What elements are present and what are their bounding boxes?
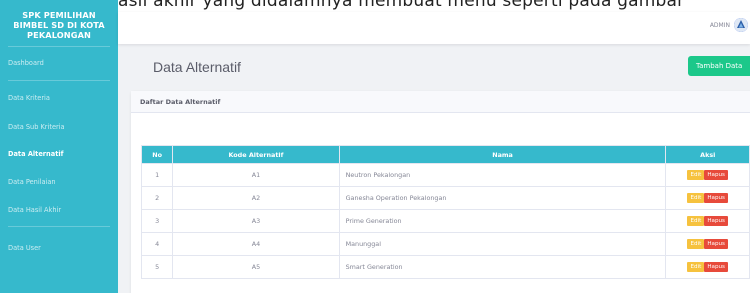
page-title: Data Alternatif	[153, 59, 241, 75]
cell-no: 2	[140, 186, 174, 210]
delete-button[interactable]: Hapus	[704, 193, 728, 203]
column-header-no: No	[140, 145, 174, 164]
cell-nama: Neutron Pekalongan	[338, 163, 667, 187]
action-group: Edit Hapus	[666, 170, 749, 180]
sidebar-item-label: Data Sub Kriteria	[8, 123, 65, 131]
cell-aksi: Edit Hapus	[665, 163, 750, 187]
action-group: Edit Hapus	[666, 216, 749, 226]
cell-nama: Ganesha Operation Pekalongan	[338, 186, 667, 210]
document-text: asil akhir yang didalamnya membuat menu …	[118, 0, 685, 11]
cell-kode: A3	[172, 209, 340, 233]
sidebar-item-dashboard[interactable]: Dashboard	[0, 46, 118, 80]
table-row: 3 A3 Prime Generation Edit Hapus	[140, 209, 750, 233]
sidebar: SPK PEMILIHAN BIMBEL SD DI KOTA PEKALONG…	[0, 0, 118, 293]
brand-title: SPK PEMILIHAN BIMBEL SD DI KOTA PEKALONG…	[13, 10, 105, 40]
column-header-aksi: Aksi	[665, 145, 750, 164]
cell-aksi: Edit Hapus	[665, 255, 750, 279]
table-row: 1 A1 Neutron Pekalongan Edit Hapus	[140, 163, 750, 187]
sidebar-item-label: Data Penilaian	[8, 178, 56, 186]
cell-nama: Prime Generation	[338, 209, 667, 233]
table-header-row: No Kode Alternatif Nama Aksi	[140, 145, 750, 164]
cell-no: 3	[140, 209, 174, 233]
edit-button[interactable]: Edit	[687, 216, 705, 226]
table-row: 5 A5 Smart Generation Edit Hapus	[140, 255, 750, 279]
sidebar-item-label: Data User	[8, 244, 41, 252]
sidebar-item-label: Data Kriteria	[8, 94, 50, 102]
edit-button[interactable]: Edit	[687, 193, 705, 203]
column-header-nama: Nama	[338, 145, 667, 164]
table-row: 4 A4 Manunggal Edit Hapus	[140, 232, 750, 256]
delete-button[interactable]: Hapus	[704, 262, 728, 272]
cell-no: 4	[140, 232, 174, 256]
column-header-kode: Kode Alternatif	[172, 145, 340, 164]
delete-button[interactable]: Hapus	[704, 239, 728, 249]
edit-button[interactable]: Edit	[687, 239, 705, 249]
action-group: Edit Hapus	[666, 262, 749, 272]
cell-no: 5	[140, 255, 174, 279]
action-group: Edit Hapus	[666, 239, 749, 249]
cell-kode: A1	[172, 163, 340, 187]
sidebar-item-data-user[interactable]: Data User	[0, 231, 118, 265]
cell-nama: Manunggal	[338, 232, 667, 256]
sidebar-item-label: Data Alternatif	[8, 150, 64, 158]
edit-button[interactable]: Edit	[687, 170, 705, 180]
alternatif-table: No Kode Alternatif Nama Aksi 1 A1 Neutro…	[140, 145, 750, 279]
edit-button[interactable]: Edit	[687, 262, 705, 272]
delete-button[interactable]: Hapus	[704, 170, 728, 180]
cell-aksi: Edit Hapus	[665, 209, 750, 233]
topbar: ADMIN	[118, 12, 750, 44]
cell-kode: A2	[172, 186, 340, 210]
cell-nama: Smart Generation	[338, 255, 667, 279]
sidebar-item-label: Data Hasil Akhir	[8, 206, 62, 214]
user-avatar-icon	[734, 18, 748, 32]
card-header: Daftar Data Alternatif	[131, 91, 750, 113]
user-name[interactable]: ADMIN	[710, 22, 730, 29]
cell-aksi: Edit Hapus	[665, 232, 750, 256]
cell-kode: A4	[172, 232, 340, 256]
cell-aksi: Edit Hapus	[665, 186, 750, 210]
card-title: Daftar Data Alternatif	[140, 98, 221, 106]
action-group: Edit Hapus	[666, 193, 749, 203]
sidebar-divider	[8, 226, 110, 227]
cell-kode: A5	[172, 255, 340, 279]
avatar[interactable]	[734, 18, 748, 32]
add-data-button[interactable]: Tambah Data	[688, 56, 750, 76]
delete-button[interactable]: Hapus	[704, 216, 728, 226]
cell-no: 1	[140, 163, 174, 187]
sidebar-item-label: Dashboard	[8, 59, 44, 67]
table-row: 2 A2 Ganesha Operation Pekalongan Edit Ha…	[140, 186, 750, 210]
sidebar-item-data-hasil-akhir[interactable]: Data Hasil Akhir	[0, 193, 118, 227]
